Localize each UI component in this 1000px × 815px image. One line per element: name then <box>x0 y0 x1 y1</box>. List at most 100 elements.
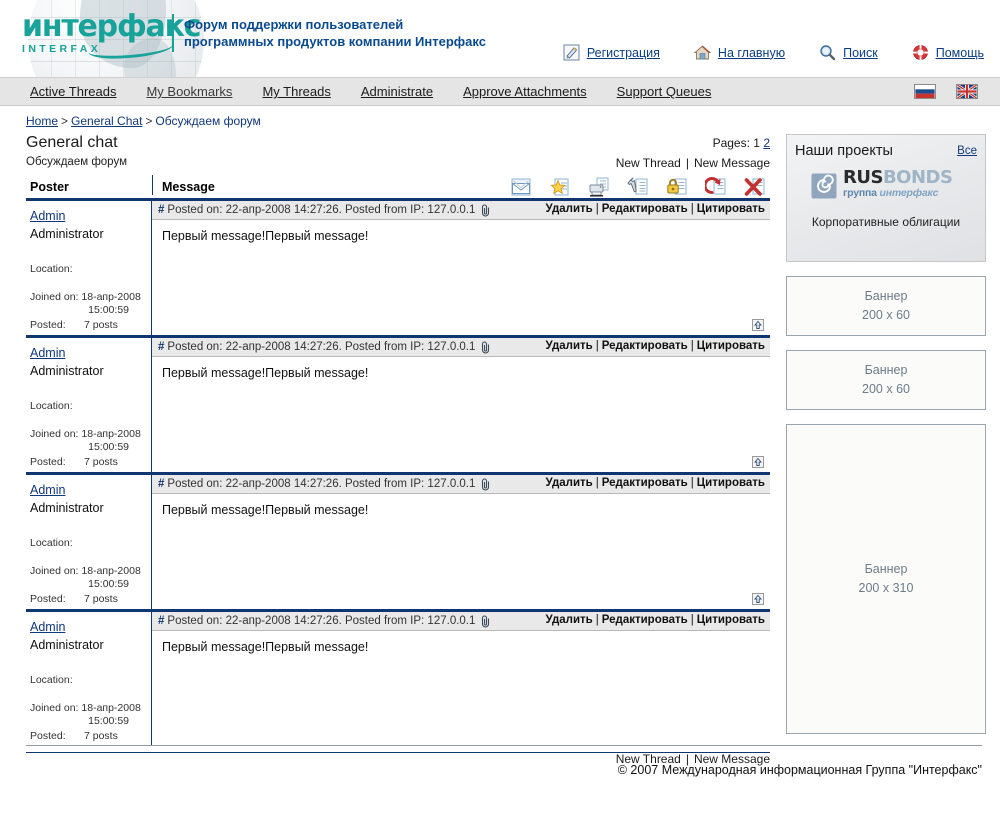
column-header-poster: Poster <box>30 180 69 194</box>
action-divider: | <box>691 203 694 215</box>
pagination-page-2[interactable]: 2 <box>763 136 770 150</box>
nav-item-active-threads[interactable]: Active Threads <box>30 84 116 99</box>
post-edit-link[interactable]: Редактировать <box>602 340 688 352</box>
posted-label: Posted: <box>30 730 84 742</box>
paperclip-icon[interactable] <box>475 478 492 491</box>
post-content: # Posted on: 22-апр-2008 14:27:26. Poste… <box>152 475 770 609</box>
banner-200x310[interactable]: Баннер 200 x 310 <box>786 424 986 734</box>
banner-200x60-2[interactable]: Баннер 200 x 60 <box>786 350 986 410</box>
rusbonds-sub-interfax: интерфакс <box>880 187 939 199</box>
post-anchor-hash[interactable]: # <box>158 615 164 627</box>
joined-date: 18-апр-2008 <box>81 702 140 714</box>
post-delete-link[interactable]: Удалить <box>546 203 593 215</box>
pagination: Pages: 1 2 <box>713 136 770 150</box>
banner-size: 200 x 60 <box>862 306 910 325</box>
post-anchor-hash[interactable]: # <box>158 478 164 490</box>
post-quote-link[interactable]: Цитировать <box>697 203 765 215</box>
post-delete-link[interactable]: Удалить <box>546 340 593 352</box>
breadcrumb-current: Обсуждаем форум <box>155 114 260 128</box>
poster-username[interactable]: Admin <box>30 620 65 634</box>
post-anchor-hash[interactable]: # <box>158 341 164 353</box>
footer-divider <box>26 745 982 746</box>
thread-subtitle-row: Обсуждаем форум New Thread|New Message <box>26 156 770 175</box>
breadcrumb: Home>General Chat>Обсуждаем форум <box>0 106 1000 134</box>
interfax-logo[interactable]: интерфакс INTERFAX <box>22 12 172 60</box>
paperclip-icon[interactable] <box>475 615 492 628</box>
post-content: # Posted on: 22-апр-2008 14:27:26. Poste… <box>152 201 770 335</box>
header-link-help[interactable]: Помощь <box>912 44 984 61</box>
scroll-to-top-icon[interactable] <box>752 592 764 604</box>
page-body: General chat Pages: 1 2 Обсуждаем форум … <box>0 134 1000 772</box>
nav-item-my-bookmarks[interactable]: My Bookmarks <box>146 84 232 99</box>
header-link-label: На главную <box>718 46 785 60</box>
forum-page: интерфакс INTERFAX Форум поддержки польз… <box>0 0 1000 815</box>
banner-size: 200 x 310 <box>859 579 914 598</box>
post-actions: Удалить|Редактировать|Цитировать <box>546 477 765 489</box>
nav-item-administrate[interactable]: Administrate <box>361 84 433 99</box>
post-quote-link[interactable]: Цитировать <box>697 477 765 489</box>
post-edit-link[interactable]: Редактировать <box>602 477 688 489</box>
joined-time: 15:00:59 <box>30 578 147 591</box>
paperclip-icon[interactable] <box>475 341 492 354</box>
move-thread-icon[interactable] <box>705 176 727 198</box>
joined-label: Joined on: <box>30 428 78 440</box>
en-flag-icon[interactable] <box>956 84 978 99</box>
post-content: # Posted on: 22-апр-2008 14:27:26. Poste… <box>152 338 770 472</box>
post-quote-link[interactable]: Цитировать <box>697 614 765 626</box>
post-meta-bar: # Posted on: 22-апр-2008 14:27:26. Poste… <box>152 612 770 631</box>
language-switcher <box>914 84 978 99</box>
thread-column: General chat Pages: 1 2 Обсуждаем форум … <box>26 134 770 772</box>
poster-rank: Administrator <box>30 227 147 241</box>
action-divider: | <box>596 340 599 352</box>
post-anchor-hash[interactable]: # <box>158 204 164 216</box>
header-link-home[interactable]: На главную <box>694 44 785 61</box>
post-delete-link[interactable]: Удалить <box>546 614 593 626</box>
post-quote-link[interactable]: Цитировать <box>697 340 765 352</box>
post-actions: Удалить|Редактировать|Цитировать <box>546 614 765 626</box>
nav-item-my-threads[interactable]: My Threads <box>262 84 330 99</box>
scroll-to-top-icon[interactable] <box>752 455 764 467</box>
poster-username[interactable]: Admin <box>30 346 65 360</box>
post-edit-link[interactable]: Редактировать <box>602 614 688 626</box>
post-meta-bar: # Posted on: 22-апр-2008 14:27:26. Poste… <box>152 338 770 357</box>
post-delete-link[interactable]: Удалить <box>546 477 593 489</box>
thread-tools-wrench-icon[interactable] <box>627 176 649 198</box>
new-thread-link[interactable]: New Thread <box>616 156 681 170</box>
posted-value: 7 posts <box>84 593 118 605</box>
post-edit-link[interactable]: Редактировать <box>602 203 688 215</box>
poster-username[interactable]: Admin <box>30 209 65 223</box>
print-thread-icon[interactable] <box>588 176 610 198</box>
header-link-label: Поиск <box>843 46 878 60</box>
nav-item-support-queues[interactable]: Support Queues <box>617 84 712 99</box>
breadcrumb-home[interactable]: Home <box>26 114 58 128</box>
poster-username[interactable]: Admin <box>30 483 65 497</box>
pagination-page-current: 1 <box>753 136 760 150</box>
mark-unread-envelope-icon[interactable] <box>510 176 532 198</box>
delete-thread-icon[interactable] <box>744 176 766 198</box>
paperclip-icon[interactable] <box>475 204 492 217</box>
nav-item-approve-attachments[interactable]: Approve Attachments <box>463 84 587 99</box>
header-links: Регистрация На главную <box>563 44 984 61</box>
ru-flag-icon[interactable] <box>914 84 936 99</box>
posted-value: 7 posts <box>84 456 118 468</box>
our-projects-all-link[interactable]: Все <box>957 145 977 157</box>
sidebar: Наши проекты Все RUSBONDS г <box>786 134 986 734</box>
new-message-link[interactable]: New Message <box>694 156 770 170</box>
scroll-to-top-icon[interactable] <box>752 318 764 330</box>
post-meta-bar: # Posted on: 22-апр-2008 14:27:26. Poste… <box>152 475 770 494</box>
header-link-search[interactable]: Поиск <box>819 44 878 61</box>
banner-200x60-1[interactable]: Баннер 200 x 60 <box>786 276 986 336</box>
page-title: General chat <box>26 134 770 152</box>
add-favorite-star-icon[interactable] <box>549 176 571 198</box>
post-body-text: Первый message!Первый message! <box>152 631 770 701</box>
breadcrumb-category[interactable]: General Chat <box>71 114 142 128</box>
rusbonds-logo[interactable]: RUSBONDS группа интерфакс <box>811 171 952 200</box>
header-link-register[interactable]: Регистрация <box>563 44 660 61</box>
post-meta-bar: # Posted on: 22-апр-2008 14:27:26. Poste… <box>152 201 770 220</box>
action-divider: | <box>596 614 599 626</box>
joined-time: 15:00:59 <box>30 441 147 454</box>
lock-thread-icon[interactable] <box>666 176 688 198</box>
header-link-label: Помощь <box>936 46 984 60</box>
post-meta-text: Posted on: 22-апр-2008 14:27:26. Posted … <box>167 204 475 216</box>
poster-location: Location: <box>30 537 147 549</box>
